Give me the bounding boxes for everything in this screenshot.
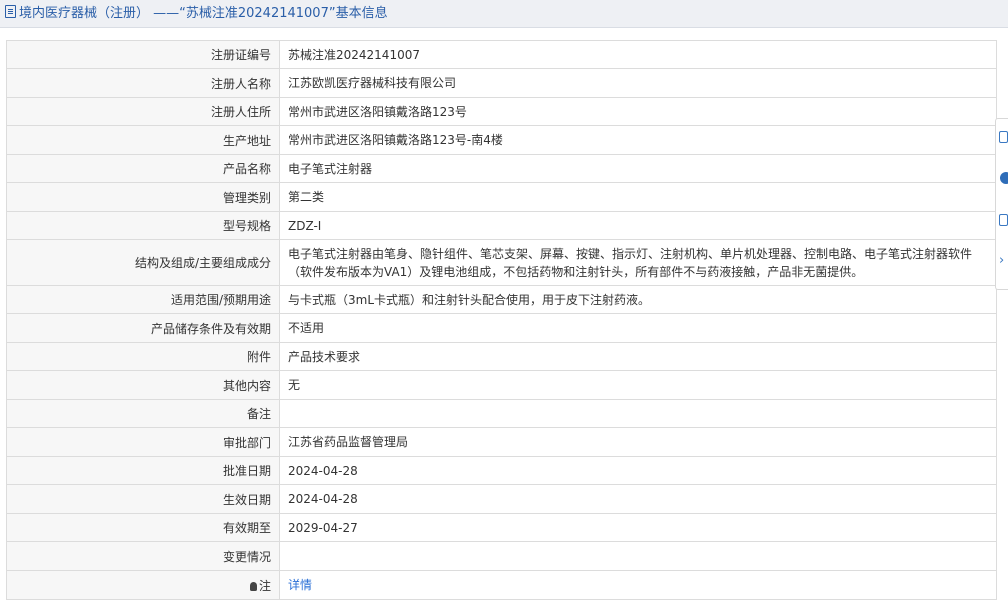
row-value: ZDZ-I [279,211,997,240]
row-value: 2029-04-27 [279,513,997,542]
note-row: 注 详情 [6,570,997,600]
table-row: 结构及组成/主要组成成分 电子笔式注射器由笔身、隐针组件、笔芯支架、屏幕、按键、指… [6,239,997,286]
table-row: 其他内容无 [6,370,997,400]
table-row: 批准日期 2024-04-28 [6,456,997,485]
row-label: 生效日期 [6,484,280,514]
table-row: 审批部门 江苏省药品监督管理局 [6,427,997,457]
table-row: 附件 产品技术要求 [6,342,997,371]
row-label: 变更情况 [6,541,280,571]
row-value: 常州市武进区洛阳镇戴洛路123号-南4楼 [279,125,997,155]
row-value: 常州市武进区洛阳镇戴洛路123号 [279,97,997,126]
note-label-text: 注 [258,578,271,593]
row-value: 与卡式瓶（3mL卡式瓶）和注射针头配合使用，用于皮下注射药液。 [279,285,997,314]
table-row: 注册人名称 江苏欧凯医疗器械科技有限公司 [6,68,997,98]
table-row: 备注 [6,399,997,428]
row-label: 有效期至 [6,513,280,542]
row-value: 江苏省药品监督管理局 [279,427,997,457]
table-row: 适用范围/预期用途 与卡式瓶（3mL卡式瓶）和注射针头配合使用，用于皮下注射药液。 [6,285,997,314]
row-label: 适用范围/预期用途 [6,285,280,314]
row-value: 苏械注准20242141007 [279,40,997,69]
table-row: 变更情况 [6,541,997,571]
side-toolbar: › [995,118,1008,290]
edit-icon[interactable] [999,131,1008,143]
row-value: 电子笔式注射器 [279,154,997,183]
table-row: 有效期至 2029-04-27 [6,513,997,542]
row-label: 批准日期 [6,456,280,485]
details-link[interactable]: 详情 [288,578,312,592]
row-label: 结构及组成/主要组成成分 [6,239,280,286]
table-row: 管理类别 第二类 [6,182,997,212]
note-value: 详情 [279,570,997,600]
row-label: 注册证编号 [6,40,280,69]
row-label: 产品名称 [6,154,280,183]
row-label: 产品储存条件及有效期 [6,313,280,343]
row-label: 管理类别 [6,182,280,212]
table-row: 注册证编号 苏械注准20242141007 [6,40,997,69]
row-value: 2024-04-28 [279,456,997,485]
note-label: 注 [6,570,280,600]
row-label: 型号规格 [6,211,280,240]
row-value [279,399,997,428]
row-value [279,541,997,571]
row-value: 不适用 [279,313,997,343]
document-icon [5,5,16,18]
table-row: 生效日期 2024-04-28 [6,484,997,514]
row-label: 注册人名称 [6,68,280,98]
row-label: 审批部门 [6,427,280,457]
collapse-icon[interactable]: › [999,254,1008,267]
row-value: 第二类 [279,182,997,212]
copy-icon[interactable] [999,214,1008,226]
help-icon[interactable] [1000,172,1008,184]
row-value: 电子笔式注射器由笔身、隐针组件、笔芯支架、屏幕、按键、指示灯、注射机构、单片机处… [279,239,997,286]
row-value: 2024-04-28 [279,484,997,514]
row-label: 其他内容 [6,370,280,400]
lightbulb-icon [249,581,257,591]
row-label: 注册人住所 [6,97,280,126]
table-row: 型号规格 ZDZ-I [6,211,997,240]
row-value: 无 [279,370,997,400]
table-row: 生产地址 常州市武进区洛阳镇戴洛路123号-南4楼 [6,125,997,155]
page-title: 境内医疗器械（注册） ——“苏械注准20242141007”基本信息 [19,6,388,21]
row-label: 生产地址 [6,125,280,155]
table-row: 注册人住所 常州市武进区洛阳镇戴洛路123号 [6,97,997,126]
table-row: 产品储存条件及有效期 不适用 [6,313,997,343]
row-value: 江苏欧凯医疗器械科技有限公司 [279,68,997,98]
info-table: 注册证编号 苏械注准20242141007 注册人名称 江苏欧凯医疗器械科技有限公司注… [6,40,997,600]
row-label: 附件 [6,342,280,371]
table-row: 产品名称 电子笔式注射器 [6,154,997,183]
row-label: 备注 [6,399,280,428]
page-title-bar: 境内医疗器械（注册） ——“苏械注准20242141007”基本信息 [0,0,1008,28]
row-value: 产品技术要求 [279,342,997,371]
